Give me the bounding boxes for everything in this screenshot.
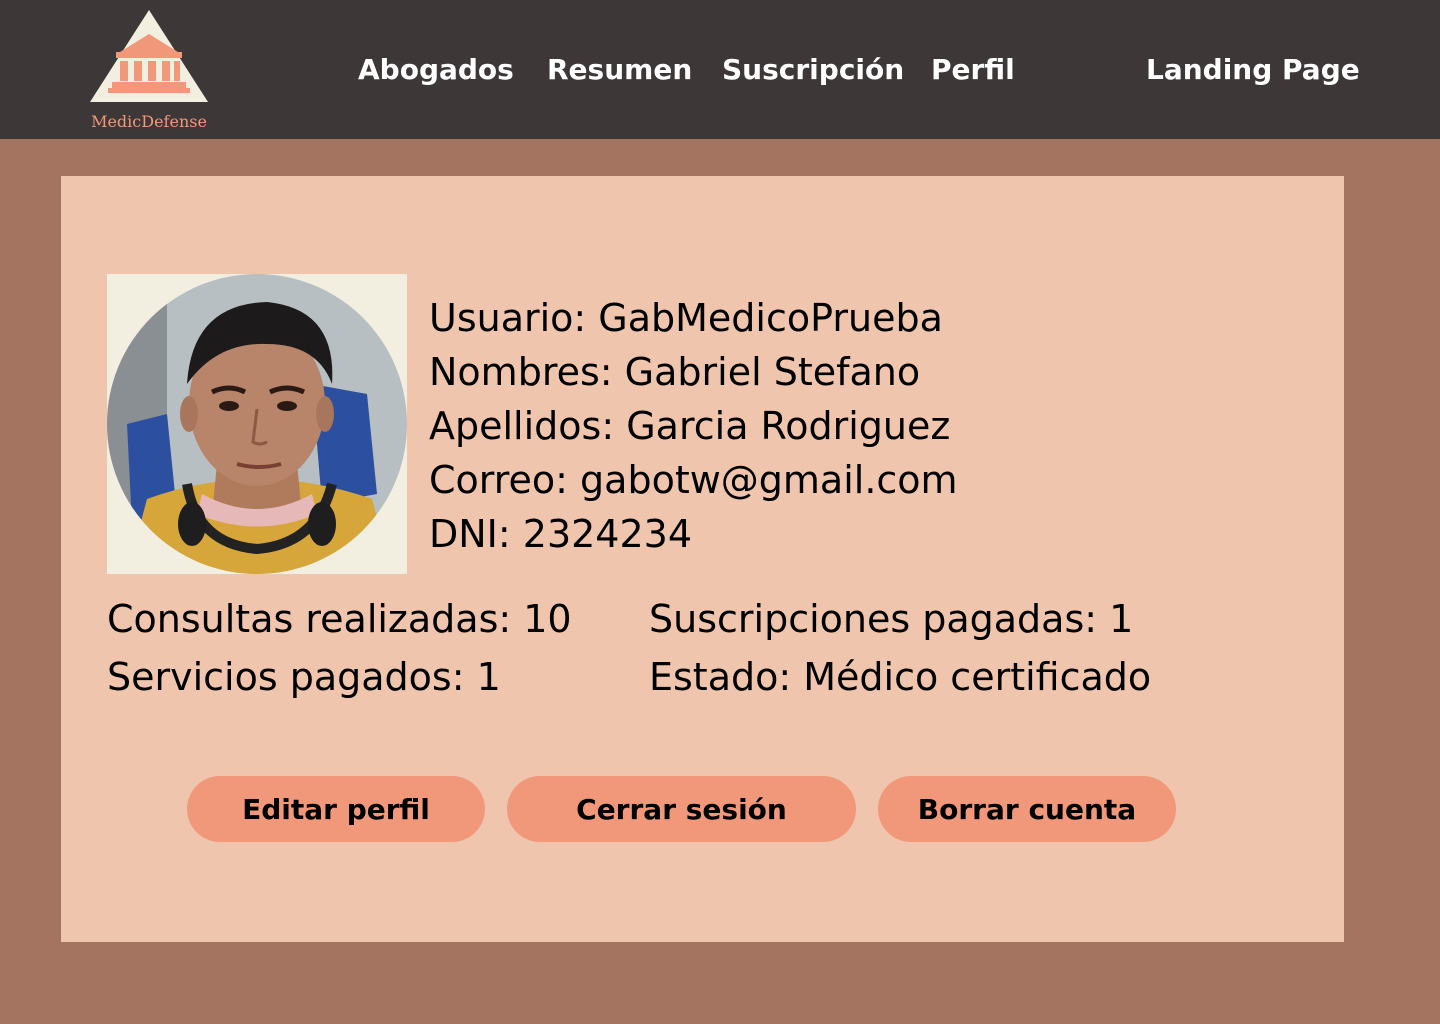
top-navbar: MedicDefense Abogados Resumen Suscripció… xyxy=(0,0,1440,139)
stat-suscripciones-pagadas: Suscripciones pagadas: 1 xyxy=(649,597,1134,641)
brand-logo[interactable]: MedicDefense xyxy=(86,8,212,136)
nav-landing-page[interactable]: Landing Page xyxy=(1146,48,1360,92)
courthouse-icon xyxy=(90,10,208,102)
profile-nombres: Nombres: Gabriel Stefano xyxy=(429,350,921,394)
stat-estado: Estado: Médico certificado xyxy=(649,655,1152,699)
stat-consultas-realizadas: Consultas realizadas: 10 xyxy=(107,597,572,641)
profile-apellidos: Apellidos: Garcia Rodriguez xyxy=(429,404,951,448)
edit-profile-button[interactable]: Editar perfil xyxy=(187,776,485,842)
logout-button[interactable]: Cerrar sesión xyxy=(507,776,856,842)
nav-suscripcion[interactable]: Suscripción xyxy=(722,48,904,92)
profile-correo: Correo: gabotw@gmail.com xyxy=(429,458,958,502)
profile-usuario: Usuario: GabMedicoPrueba xyxy=(429,296,943,340)
profile-photo xyxy=(107,274,407,574)
stat-servicios-pagados: Servicios pagados: 1 xyxy=(107,655,501,699)
profile-panel: Usuario: GabMedicoPrueba Nombres: Gabrie… xyxy=(61,176,1344,942)
nav-abogados[interactable]: Abogados xyxy=(358,48,514,92)
profile-dni: DNI: 2324234 xyxy=(429,512,693,556)
nav-perfil[interactable]: Perfil xyxy=(931,48,1015,92)
nav-resumen[interactable]: Resumen xyxy=(547,48,692,92)
delete-account-button[interactable]: Borrar cuenta xyxy=(878,776,1176,842)
avatar xyxy=(107,274,407,574)
brand-name: MedicDefense xyxy=(91,112,207,131)
